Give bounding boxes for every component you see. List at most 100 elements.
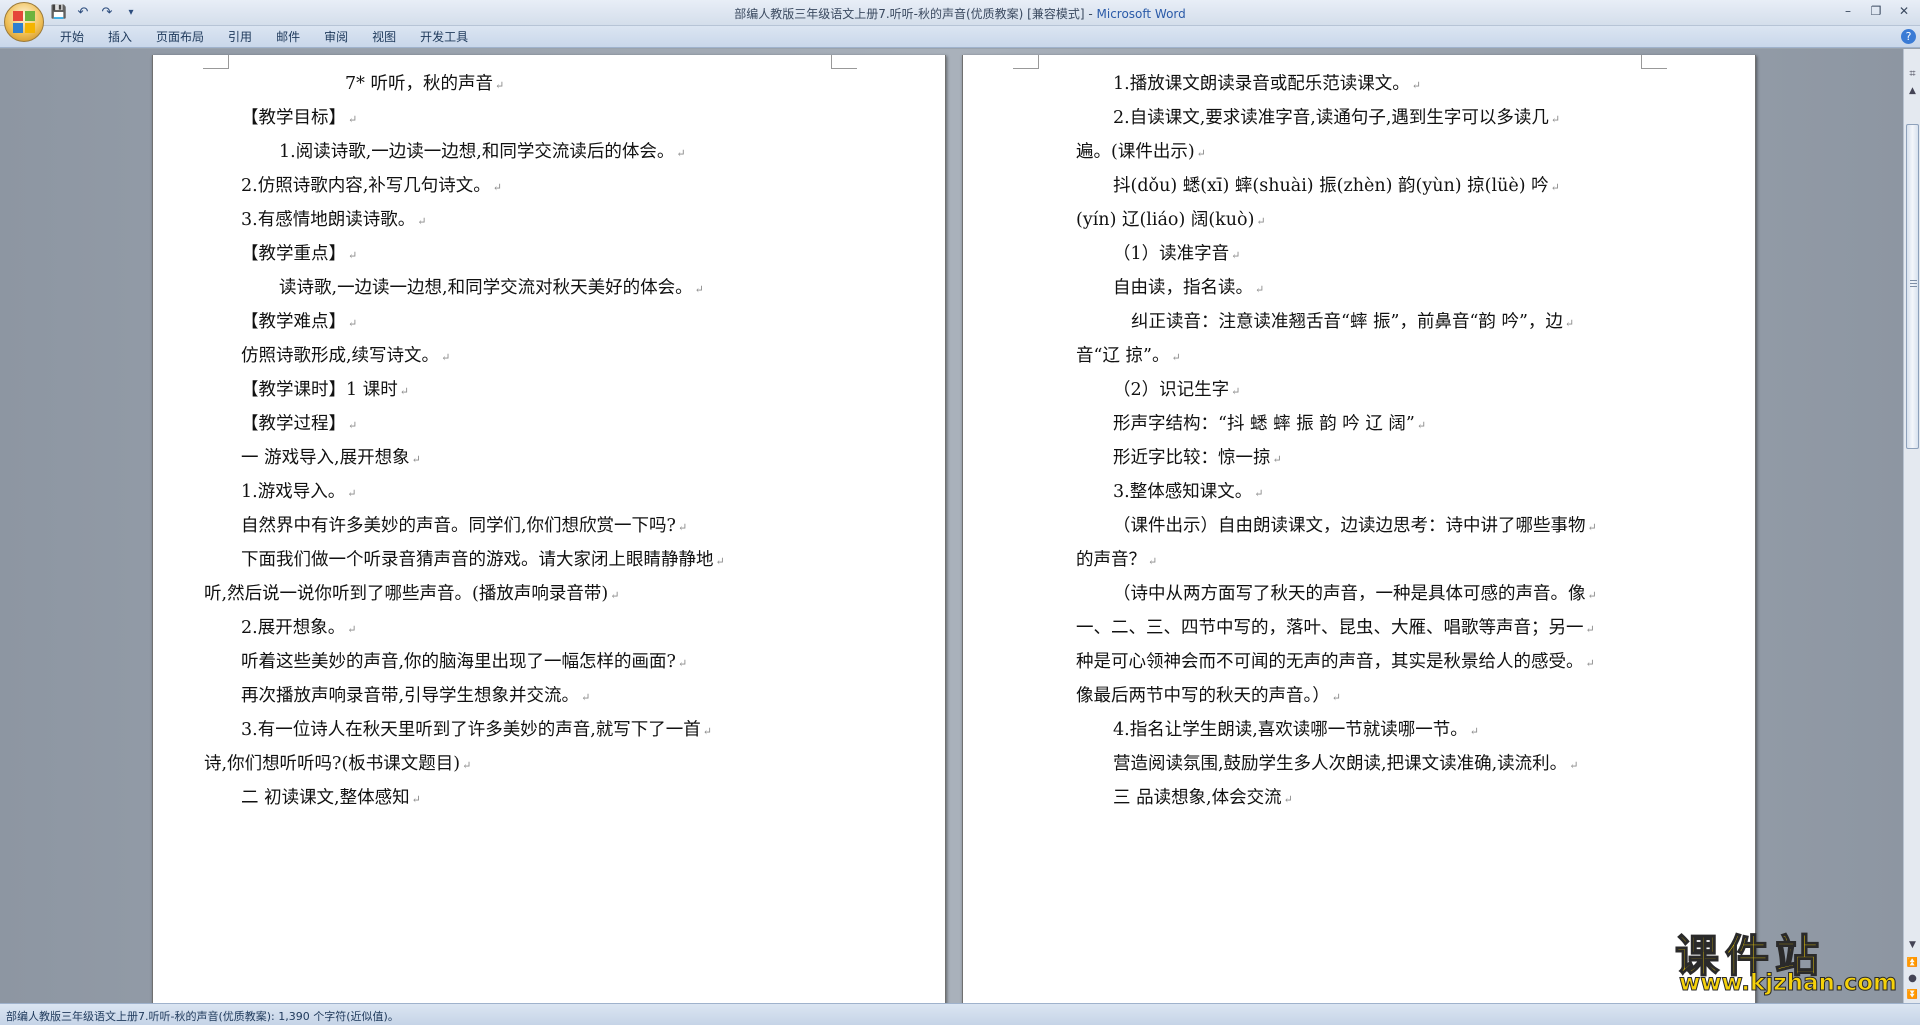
text-line[interactable]: 自然界中有许多美妙的声音。同学们,你们想欣赏一下吗? ↵ — [241, 515, 687, 539]
text-line[interactable]: 读诗歌,一边读一边想,和同学交流对秋天美好的体会。 ↵ — [279, 277, 704, 301]
text-line[interactable]: 三 品读想象,体会交流 ↵ — [1113, 787, 1293, 811]
text-line[interactable]: 的声音？ ↵ — [1076, 549, 1157, 573]
status-document-info[interactable]: 部编人教版三年级语文上册7.听听-秋的声音(优质教案): 1,390 个字符(近… — [6, 1008, 399, 1024]
text-line-content: 二 初读课文,整体感知 — [241, 788, 410, 808]
document-page-left[interactable]: 7* 听听，秋的声音 ↵ 【教学目标】 ↵ 1.阅读诗歌,一边读一边想,和同学交流读后的… — [152, 55, 946, 1003]
paragraph-mark-icon: ↵ — [1171, 351, 1181, 364]
text-line[interactable]: 再次播放声响录音带,引导学生想象并交流。 ↵ — [241, 685, 590, 709]
paragraph-mark-icon: ↵ — [348, 317, 358, 330]
text-line[interactable]: （1）读准字音 ↵ — [1113, 243, 1240, 267]
text-line-content: 诗,你们想听听吗?(板书课文题目) — [204, 754, 461, 774]
ruler-toggle-icon[interactable]: ⌗ — [1905, 66, 1920, 82]
text-line[interactable]: 听着这些美妙的声音,你的脑海里出现了一幅怎样的画面? ↵ — [241, 651, 687, 675]
text-line[interactable]: 【教学过程】 ↵ — [241, 413, 357, 437]
scroll-up-icon[interactable]: ▲ — [1905, 83, 1920, 99]
paragraph-mark-icon: ↵ — [411, 453, 421, 466]
window-title-doc: 部编人教版三年级语文上册7.听听-秋的声音(优质教案) [兼容模式] - — [734, 7, 1093, 21]
text-line-content: 下面我们做一个听录音猜声音的游戏。请大家闭上眼睛静静地 — [241, 550, 714, 570]
close-button[interactable]: ✕ — [1894, 2, 1914, 20]
paragraph-mark-icon: ↵ — [494, 79, 505, 92]
paragraph-mark-icon: ↵ — [1587, 521, 1597, 534]
text-line-content: 听,然后说一说你听到了哪些声音。(播放声响录音带) — [204, 584, 609, 604]
paragraph-mark-icon: ↵ — [1255, 283, 1265, 296]
text-line[interactable]: (yín) 辽(liáo) 阔(kuò) ↵ — [1076, 209, 1266, 233]
title-bar: 💾 ↶ ↷ ▾ 部编人教版三年级语文上册7.听听-秋的声音(优质教案) [兼容模… — [0, 0, 1920, 26]
paragraph-mark-icon: ↵ — [702, 725, 712, 738]
text-line[interactable]: 1.播放课文朗读录音或配乐范读课文。 ↵ — [1113, 73, 1421, 97]
text-line[interactable]: 纠正读音：注意读准翘舌音“蟀 振”，前鼻音“韵 吟”，边 ↵ — [1131, 311, 1574, 335]
tab-developer[interactable]: 开发工具 — [408, 29, 480, 45]
text-line[interactable]: 音“辽 掠”。 ↵ — [1076, 345, 1181, 369]
text-line-content: 【教学难点】 — [241, 312, 346, 332]
text-line[interactable]: 3.整体感知课文。 ↵ — [1113, 481, 1263, 505]
text-line[interactable]: 【教学难点】 ↵ — [241, 311, 357, 335]
text-line[interactable]: 1.游戏导入。 ↵ — [241, 481, 356, 505]
text-line[interactable]: 营造阅读氛围,鼓励学生多人次朗读,把课文读准确,读流利。 ↵ — [1113, 753, 1578, 777]
paragraph-mark-icon: ↵ — [462, 759, 472, 772]
text-line[interactable]: 1.阅读诗歌,一边读一边想,和同学交流读后的体会。 ↵ — [279, 141, 686, 165]
text-line[interactable]: 【教学重点】 ↵ — [241, 243, 357, 267]
tab-page-layout[interactable]: 页面布局 — [144, 29, 216, 45]
text-line[interactable]: 【教学课时】1 课时 ↵ — [241, 379, 409, 403]
text-line[interactable]: 形近字比较：惊一掠 ↵ — [1113, 447, 1282, 471]
document-page-right[interactable]: 1.播放课文朗读录音或配乐范读课文。 ↵ 2.自读课文,要求读准字音,读通句子,遇到… — [962, 55, 1756, 1003]
text-line[interactable]: 二 初读课文,整体感知 ↵ — [241, 787, 421, 811]
text-line-content: 再次播放声响录音带,引导学生想象并交流。 — [241, 686, 580, 706]
text-line-content: （诗中从两方面写了秋天的声音，一种是具体可感的声音。像 — [1113, 584, 1586, 604]
text-line[interactable]: 下面我们做一个听录音猜声音的游戏。请大家闭上眼睛静静地 ↵ — [241, 549, 725, 573]
text-line[interactable]: （课件出示）自由朗读课文，边读边思考：诗中讲了哪些事物 ↵ — [1113, 515, 1597, 539]
text-line[interactable]: 像最后两节中写的秋天的声音。） ↵ — [1076, 685, 1341, 709]
restore-button[interactable]: ❐ — [1866, 2, 1886, 20]
text-line[interactable]: 仿照诗歌形成,续写诗文。 ↵ — [241, 345, 450, 369]
text-line[interactable]: 2.自读课文,要求读准字音,读通句子,遇到生字可以多读几 ↵ — [1113, 107, 1560, 131]
text-line[interactable]: 【教学目标】 ↵ — [241, 107, 357, 131]
text-line[interactable]: 种是可心领神会而不可闻的无声的声音，其实是秋景给人的感受。 ↵ — [1076, 651, 1595, 675]
text-line[interactable]: 自由读，指名读。 ↵ — [1113, 277, 1264, 301]
tab-mailings[interactable]: 邮件 — [264, 29, 312, 45]
paragraph-mark-icon: ↵ — [677, 521, 688, 534]
tab-insert[interactable]: 插入 — [96, 29, 144, 45]
paragraph-mark-icon: ↵ — [677, 657, 688, 670]
paragraph-mark-icon: ↵ — [1550, 113, 1561, 126]
tab-home[interactable]: 开始 — [48, 29, 96, 45]
text-line[interactable]: 一 游戏导入,展开想象 ↵ — [241, 447, 421, 471]
paragraph-mark-icon: ↵ — [347, 487, 357, 500]
text-line[interactable]: 4.指名让学生朗读,喜欢读哪一节就读哪一节。 ↵ — [1113, 719, 1479, 743]
text-line[interactable]: 一、二、三、四节中写的，落叶、昆虫、大雁、唱歌等声音；另一 ↵ — [1076, 617, 1595, 641]
minimize-button[interactable]: – — [1838, 2, 1858, 20]
text-line[interactable]: 2.仿照诗歌内容,补写几句诗文。 ↵ — [241, 175, 502, 199]
text-line[interactable]: 遍。(课件出示) ↵ — [1076, 141, 1206, 165]
text-line-content: （1）读准字音 — [1113, 244, 1230, 264]
text-line[interactable]: 7* 听听，秋的声音 ↵ — [345, 73, 504, 97]
text-line-content: (yín) 辽(liáo) 阔(kuò) — [1076, 210, 1255, 230]
text-line-content: 纠正读音：注意读准翘舌音“蟀 振”，前鼻音“韵 吟”，边 — [1131, 312, 1563, 332]
help-icon[interactable]: ? — [1901, 29, 1916, 44]
paragraph-mark-icon: ↵ — [1231, 385, 1241, 398]
text-line[interactable]: 2.展开想象。 ↵ — [241, 617, 356, 641]
text-line-content: 2.仿照诗歌内容,补写几句诗文。 — [241, 176, 491, 196]
paragraph-mark-icon: ↵ — [441, 351, 451, 364]
paragraph-mark-icon: ↵ — [1331, 691, 1341, 704]
text-line[interactable]: （诗中从两方面写了秋天的声音，一种是具体可感的声音。像 ↵ — [1113, 583, 1597, 607]
crop-mark — [203, 55, 229, 69]
text-line[interactable]: （2）识记生字 ↵ — [1113, 379, 1240, 403]
paragraph-mark-icon: ↵ — [348, 249, 358, 262]
tab-view[interactable]: 视图 — [360, 29, 408, 45]
text-line[interactable]: 3.有一位诗人在秋天里听到了许多美妙的声音,就写下了一首 ↵ — [241, 719, 712, 743]
paragraph-mark-icon: ↵ — [676, 147, 686, 160]
tab-references[interactable]: 引用 — [216, 29, 264, 45]
text-line-content: 3.有一位诗人在秋天里听到了许多美妙的声音,就写下了一首 — [241, 720, 701, 740]
text-line-content: （课件出示）自由朗读课文，边读边思考：诗中讲了哪些事物 — [1113, 516, 1586, 536]
scroll-thumb[interactable] — [1906, 124, 1919, 449]
text-line-content: 遍。(课件出示) — [1076, 142, 1195, 162]
text-line[interactable]: 诗,你们想听听吗?(板书课文题目) ↵ — [204, 753, 471, 777]
text-line[interactable]: 抖(dǒu) 蟋(xī) 蟀(shuài) 振(zhèn) 韵(yùn) 掠(l… — [1113, 175, 1560, 199]
text-line[interactable]: 听,然后说一说你听到了哪些声音。(播放声响录音带) ↵ — [204, 583, 619, 607]
text-line-content: 2.展开想象。 — [241, 618, 346, 638]
text-line[interactable]: 3.有感情地朗读诗歌。 ↵ — [241, 209, 426, 233]
vertical-scrollbar[interactable]: ⌗ ▲ ▼ ⏫ ● ⏬ — [1903, 49, 1920, 1003]
office-button[interactable] — [4, 2, 44, 42]
tab-review[interactable]: 审阅 — [312, 29, 360, 45]
window-title: 部编人教版三年级语文上册7.听听-秋的声音(优质教案) [兼容模式] - Mic… — [0, 5, 1920, 22]
text-line[interactable]: 形声字结构：“抖 蟋 蟀 振 韵 吟 辽 阔” ↵ — [1113, 413, 1426, 437]
